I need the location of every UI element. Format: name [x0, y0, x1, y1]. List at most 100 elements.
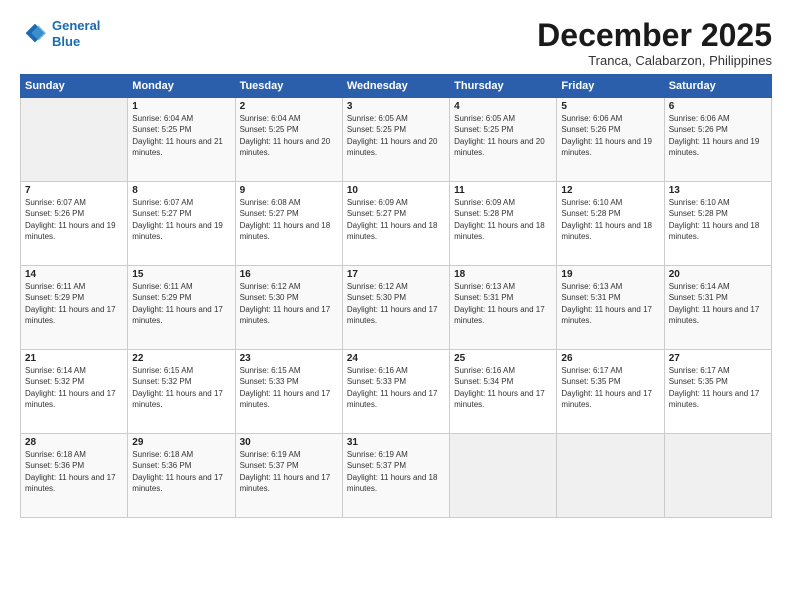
calendar-cell: 27 Sunrise: 6:17 AMSunset: 5:35 PMDayligh… [664, 350, 771, 434]
cell-info: Sunrise: 6:11 AMSunset: 5:29 PMDaylight:… [25, 282, 116, 325]
day-number: 15 [132, 269, 230, 280]
header-day: Sunday [21, 75, 128, 98]
cell-info: Sunrise: 6:16 AMSunset: 5:34 PMDaylight:… [454, 366, 545, 409]
week-row: 7 Sunrise: 6:07 AMSunset: 5:26 PMDaylight… [21, 182, 772, 266]
day-number: 31 [347, 437, 445, 448]
calendar-table: SundayMondayTuesdayWednesdayThursdayFrid… [20, 74, 772, 518]
calendar-cell: 28 Sunrise: 6:18 AMSunset: 5:36 PMDayligh… [21, 434, 128, 518]
logo-line1: General [52, 18, 100, 33]
cell-info: Sunrise: 6:10 AMSunset: 5:28 PMDaylight:… [669, 198, 760, 241]
calendar-cell: 4Sunrise: 6:05 AMSunset: 5:25 PMDaylight… [450, 98, 557, 182]
calendar-cell: 5 Sunrise: 6:06 AMSunset: 5:26 PMDaylight… [557, 98, 664, 182]
calendar-cell: 17 Sunrise: 6:12 AMSunset: 5:30 PMDayligh… [342, 266, 449, 350]
header: General Blue December 2025 Tranca, Calab… [20, 18, 772, 68]
cell-info: Sunrise: 6:10 AMSunset: 5:28 PMDaylight:… [561, 198, 652, 241]
calendar-cell [664, 434, 771, 518]
header-day: Monday [128, 75, 235, 98]
cell-info: Sunrise: 6:09 AMSunset: 5:28 PMDaylight:… [454, 198, 545, 241]
calendar-cell: 8 Sunrise: 6:07 AMSunset: 5:27 PMDaylight… [128, 182, 235, 266]
day-number: 17 [347, 269, 445, 280]
cell-info: Sunrise: 6:11 AMSunset: 5:29 PMDaylight:… [132, 282, 223, 325]
day-number: 28 [25, 437, 123, 448]
day-number: 9 [240, 185, 338, 196]
cell-info: Sunrise: 6:05 AMSunset: 5:25 PMDaylight:… [347, 114, 438, 157]
cell-info: Sunrise: 6:05 AMSunset: 5:25 PMDaylight:… [454, 114, 545, 157]
cell-info: Sunrise: 6:12 AMSunset: 5:30 PMDaylight:… [240, 282, 331, 325]
calendar-cell: 16 Sunrise: 6:12 AMSunset: 5:30 PMDayligh… [235, 266, 342, 350]
cell-info: Sunrise: 6:15 AMSunset: 5:33 PMDaylight:… [240, 366, 331, 409]
week-row: 1Sunrise: 6:04 AMSunset: 5:25 PMDaylight… [21, 98, 772, 182]
day-number: 22 [132, 353, 230, 364]
day-number: 12 [561, 185, 659, 196]
cell-info: Sunrise: 6:12 AMSunset: 5:30 PMDaylight:… [347, 282, 438, 325]
calendar-cell: 12 Sunrise: 6:10 AMSunset: 5:28 PMDayligh… [557, 182, 664, 266]
day-number: 6 [669, 101, 767, 112]
calendar-cell: 22 Sunrise: 6:15 AMSunset: 5:32 PMDayligh… [128, 350, 235, 434]
cell-info: Sunrise: 6:14 AMSunset: 5:31 PMDaylight:… [669, 282, 760, 325]
day-number: 25 [454, 353, 552, 364]
day-number: 21 [25, 353, 123, 364]
calendar-cell [450, 434, 557, 518]
cell-info: Sunrise: 6:07 AMSunset: 5:26 PMDaylight:… [25, 198, 116, 241]
calendar-cell: 14 Sunrise: 6:11 AMSunset: 5:29 PMDayligh… [21, 266, 128, 350]
header-day: Saturday [664, 75, 771, 98]
cell-info: Sunrise: 6:14 AMSunset: 5:32 PMDaylight:… [25, 366, 116, 409]
calendar-cell: 19Sunrise: 6:13 AMSunset: 5:31 PMDayligh… [557, 266, 664, 350]
calendar-cell: 7 Sunrise: 6:07 AMSunset: 5:26 PMDaylight… [21, 182, 128, 266]
cell-info: Sunrise: 6:18 AMSunset: 5:36 PMDaylight:… [132, 450, 223, 493]
calendar-cell: 25 Sunrise: 6:16 AMSunset: 5:34 PMDayligh… [450, 350, 557, 434]
week-row: 21 Sunrise: 6:14 AMSunset: 5:32 PMDayligh… [21, 350, 772, 434]
cell-info: Sunrise: 6:09 AMSunset: 5:27 PMDaylight:… [347, 198, 438, 241]
calendar-cell: 30 Sunrise: 6:19 AMSunset: 5:37 PMDayligh… [235, 434, 342, 518]
day-number: 16 [240, 269, 338, 280]
day-number: 23 [240, 353, 338, 364]
cell-info: Sunrise: 6:13 AMSunset: 5:31 PMDaylight:… [454, 282, 545, 325]
day-number: 5 [561, 101, 659, 112]
day-number: 27 [669, 353, 767, 364]
cell-info: Sunrise: 6:07 AMSunset: 5:27 PMDaylight:… [132, 198, 223, 241]
day-number: 2 [240, 101, 338, 112]
page: General Blue December 2025 Tranca, Calab… [0, 0, 792, 612]
title-block: December 2025 Tranca, Calabarzon, Philip… [537, 18, 772, 68]
calendar-cell: 2Sunrise: 6:04 AMSunset: 5:25 PMDaylight… [235, 98, 342, 182]
cell-info: Sunrise: 6:19 AMSunset: 5:37 PMDaylight:… [240, 450, 331, 493]
subtitle: Tranca, Calabarzon, Philippines [537, 53, 772, 68]
day-number: 30 [240, 437, 338, 448]
calendar-cell: 11Sunrise: 6:09 AMSunset: 5:28 PMDayligh… [450, 182, 557, 266]
calendar-cell: 3 Sunrise: 6:05 AMSunset: 5:25 PMDaylight… [342, 98, 449, 182]
day-number: 20 [669, 269, 767, 280]
cell-info: Sunrise: 6:06 AMSunset: 5:26 PMDaylight:… [669, 114, 760, 157]
day-number: 29 [132, 437, 230, 448]
logo-icon [20, 20, 48, 48]
calendar-cell: 29 Sunrise: 6:18 AMSunset: 5:36 PMDayligh… [128, 434, 235, 518]
day-number: 14 [25, 269, 123, 280]
day-number: 24 [347, 353, 445, 364]
calendar-cell: 24Sunrise: 6:16 AMSunset: 5:33 PMDayligh… [342, 350, 449, 434]
day-number: 26 [561, 353, 659, 364]
calendar-cell: 20 Sunrise: 6:14 AMSunset: 5:31 PMDayligh… [664, 266, 771, 350]
header-row: SundayMondayTuesdayWednesdayThursdayFrid… [21, 75, 772, 98]
day-number: 7 [25, 185, 123, 196]
cell-info: Sunrise: 6:18 AMSunset: 5:36 PMDaylight:… [25, 450, 116, 493]
day-number: 10 [347, 185, 445, 196]
header-day: Tuesday [235, 75, 342, 98]
day-number: 13 [669, 185, 767, 196]
calendar-cell: 1Sunrise: 6:04 AMSunset: 5:25 PMDaylight… [128, 98, 235, 182]
calendar-cell [557, 434, 664, 518]
week-row: 28 Sunrise: 6:18 AMSunset: 5:36 PMDayligh… [21, 434, 772, 518]
cell-info: Sunrise: 6:04 AMSunset: 5:25 PMDaylight:… [132, 114, 223, 157]
cell-info: Sunrise: 6:08 AMSunset: 5:27 PMDaylight:… [240, 198, 331, 241]
day-number: 3 [347, 101, 445, 112]
cell-info: Sunrise: 6:17 AMSunset: 5:35 PMDaylight:… [669, 366, 760, 409]
header-day: Friday [557, 75, 664, 98]
calendar-cell: 31Sunrise: 6:19 AMSunset: 5:37 PMDayligh… [342, 434, 449, 518]
logo: General Blue [20, 18, 100, 49]
calendar-cell: 13 Sunrise: 6:10 AMSunset: 5:28 PMDayligh… [664, 182, 771, 266]
calendar-cell: 6 Sunrise: 6:06 AMSunset: 5:26 PMDaylight… [664, 98, 771, 182]
cell-info: Sunrise: 6:15 AMSunset: 5:32 PMDaylight:… [132, 366, 223, 409]
main-title: December 2025 [537, 18, 772, 53]
header-day: Thursday [450, 75, 557, 98]
calendar-cell: 26Sunrise: 6:17 AMSunset: 5:35 PMDayligh… [557, 350, 664, 434]
cell-info: Sunrise: 6:06 AMSunset: 5:26 PMDaylight:… [561, 114, 652, 157]
day-number: 8 [132, 185, 230, 196]
